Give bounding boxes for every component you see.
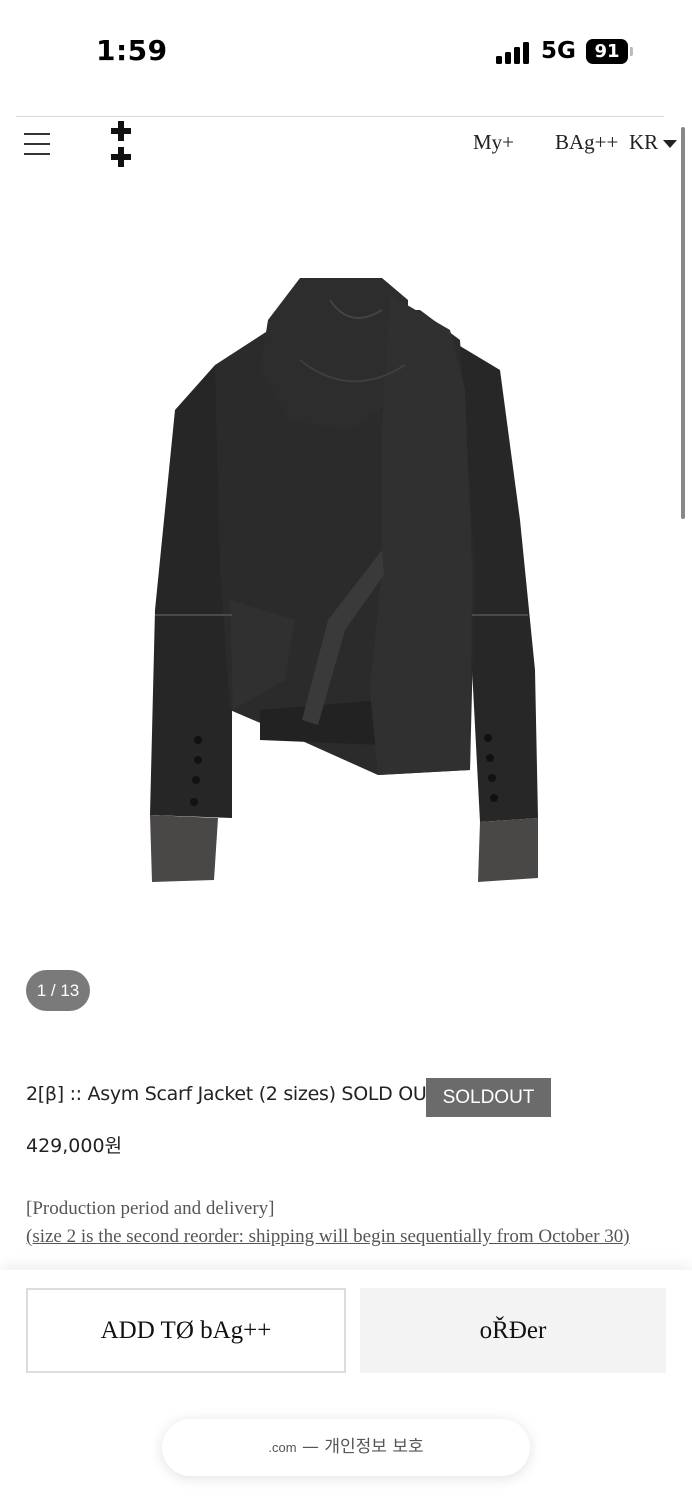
product-title: 2[β] :: Asym Scarf Jacket (2 sizes) SOLD… (26, 1083, 438, 1105)
network-type: 5G (541, 38, 576, 64)
privacy-label: — 개인정보 보호 (296, 1437, 424, 1457)
image-counter: 1 / 13 (26, 970, 90, 1011)
status-time: 1:59 (96, 34, 168, 67)
language-selector[interactable]: KR (629, 130, 658, 155)
status-bar: 1:59 5G 91 (0, 0, 692, 100)
jacket-illustration (150, 278, 538, 882)
product-price: 429,000원 (26, 1135, 123, 1157)
menu-icon[interactable] (24, 133, 52, 155)
status-badge: SOLDOUT (426, 1078, 551, 1117)
scrollbar[interactable] (681, 127, 685, 519)
site-header: My+ BAg++ KR (0, 117, 692, 171)
production-note[interactable]: (size 2 is the second reorder: shipping … (26, 1224, 666, 1250)
signal-icon (496, 42, 532, 64)
chevron-down-icon[interactable] (663, 140, 677, 148)
logo-icon[interactable] (110, 121, 134, 169)
order-button[interactable]: oŘĐer (360, 1288, 666, 1373)
battery-icon: 91 (586, 39, 628, 64)
production-heading: [Production period and delivery] (26, 1198, 275, 1219)
nav-bag[interactable]: BAg++ (555, 130, 618, 155)
add-to-bag-button[interactable]: ADD TØ bAg++ (26, 1288, 346, 1373)
domain-label: .com (268, 1440, 297, 1455)
battery-tip (630, 47, 633, 56)
browser-address-pill[interactable]: .com — 개인정보 보호 (162, 1419, 530, 1476)
nav-my-account[interactable]: My+ (473, 130, 514, 155)
product-image[interactable] (120, 270, 570, 890)
